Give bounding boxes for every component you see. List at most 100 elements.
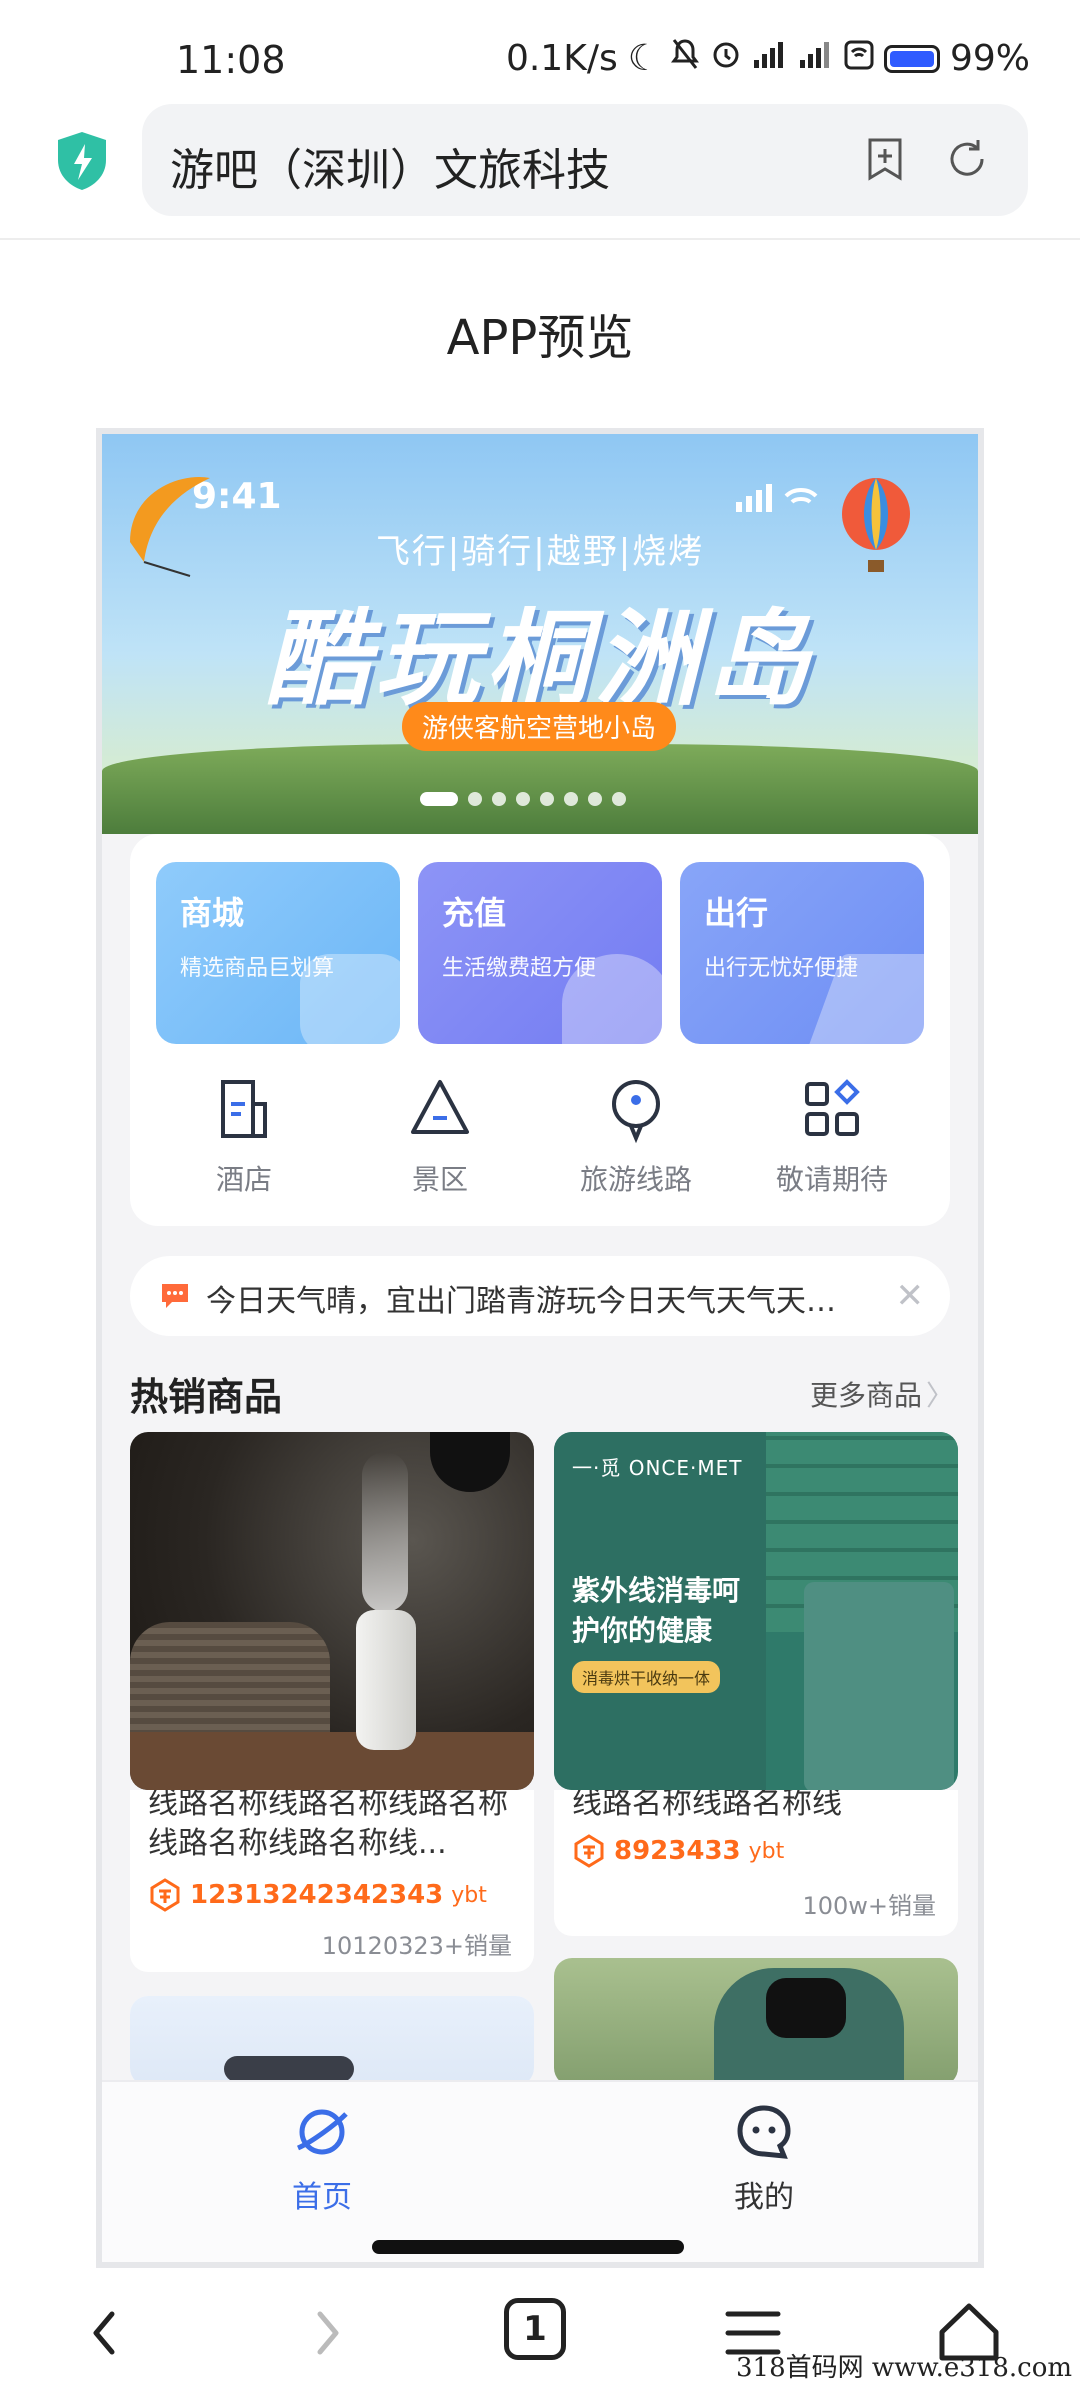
service-travel[interactable]: 出行 出行无忧好便捷: [680, 862, 924, 1044]
home-indicator[interactable]: [372, 2240, 684, 2254]
hotel-icon: [221, 1080, 267, 1138]
notice-bar[interactable]: 今日天气晴，宜出门踏青游玩今日天气天气天天天… ✕: [130, 1256, 950, 1336]
quick-link-label: 旅游线路: [579, 1163, 692, 1196]
tab-count: 1: [504, 2298, 566, 2360]
tab-mine[interactable]: 我的: [694, 2102, 834, 2216]
product-price: 12313242342343 ybt: [148, 1878, 487, 1912]
price-unit: ybt: [451, 1882, 487, 1908]
close-icon[interactable]: ✕: [896, 1276, 925, 1316]
sold-count: 10120323+销量: [321, 1932, 512, 1960]
services-card: 商城 精选商品巨划算 充值 生活缴费超方便 出行 出行无忧好便捷 酒店 景区 旅…: [130, 834, 950, 1226]
product-image: [130, 1996, 534, 2086]
service-mall[interactable]: 商城 精选商品巨划算: [156, 862, 400, 1044]
quick-link-scenic[interactable]: 景区: [342, 1074, 538, 1198]
shopping-bag-icon: [300, 954, 400, 1044]
product-info[interactable]: 线路名称线路名称线路名称线路名称线路名称线... 12313242342343 …: [130, 1790, 534, 1972]
app-preview-frame: 9:41 飞行|骑行|越野|烧烤 酷玩桐洲岛 游侠客航空营地小岛 商城 精选商品…: [96, 428, 984, 2268]
browser-bottom-nav: 1 318首码网 www.e318.com: [0, 2270, 1080, 2388]
chevron-right-icon: 〉: [925, 1379, 954, 1412]
status-bar: 11:08 0.1K/s ☾ 99%: [0, 0, 1080, 100]
coin-icon: [150, 1878, 180, 1912]
sold-count: 100w+销量: [802, 1892, 936, 1920]
battery-icon: [883, 44, 940, 73]
apps-icon: [805, 1079, 860, 1136]
carousel-dot[interactable]: [468, 792, 482, 806]
product-image-sterilizer: 一·觅 ONCE·MET 紫外线消毒呵护你的健康 消毒烘干收纳一体: [554, 1432, 958, 1790]
shield-icon[interactable]: [54, 130, 110, 192]
status-icons: 0.1K/s ☾ 99%: [506, 38, 1030, 79]
carousel-dot[interactable]: [612, 792, 626, 806]
watermark: 318首码网 www.e318.com: [736, 2353, 1072, 2383]
scenic-icon: [411, 1080, 469, 1134]
net-speed: 0.1K/s: [505, 38, 618, 79]
service-recharge[interactable]: 充值 生活缴费超方便: [418, 862, 662, 1044]
add-bookmark-icon[interactable]: [862, 136, 908, 182]
banner-subtitle: 飞行|骑行|越野|烧烤: [375, 532, 705, 572]
price-value: 8923433: [614, 1836, 741, 1866]
product-image-humidifier: [130, 1432, 534, 1790]
route-icon: [612, 1080, 660, 1144]
banner-trees: [102, 744, 978, 834]
product-card[interactable]: 线路名称线路名称线路名称线路名称线路名称线...: [130, 1432, 534, 1790]
carousel-dot[interactable]: [492, 792, 506, 806]
back-icon[interactable]: [72, 2298, 142, 2368]
signal-icon: [752, 38, 788, 79]
banner-tag: 游侠客航空营地小岛: [402, 702, 677, 751]
page-title: APP预览: [446, 310, 634, 366]
price-unit: ybt: [748, 1838, 785, 1864]
tab-label: 我的: [734, 2180, 794, 2215]
image-pill: 消毒烘干收纳一体: [572, 1661, 721, 1693]
service-title: 充值: [442, 894, 507, 932]
product-name: 线路名称线路名称线: [572, 1790, 842, 1821]
image-brand: 一·觅 ONCE·MET: [572, 1456, 743, 1480]
tab-label: 首页: [292, 2180, 352, 2215]
product-price: 8923433 ybt: [572, 1834, 784, 1868]
reload-icon[interactable]: [944, 136, 990, 182]
carousel-dot[interactable]: [516, 792, 530, 806]
product-image: [554, 1958, 958, 2086]
forward-icon[interactable]: [290, 2298, 360, 2368]
address-bar[interactable]: 游吧（深圳）文旅科技: [142, 104, 1028, 216]
quick-link-label: 酒店: [215, 1163, 272, 1196]
product-card[interactable]: [130, 1996, 534, 2086]
product-card[interactable]: 一·觅 ONCE·MET 紫外线消毒呵护你的健康 消毒烘干收纳一体: [554, 1432, 958, 1790]
price-value: 12313242342343: [190, 1880, 444, 1910]
moon-icon: ☾: [627, 38, 660, 79]
carousel-dot[interactable]: [420, 792, 458, 806]
tab-home[interactable]: 首页: [252, 2102, 392, 2216]
image-headline: 紫外线消毒呵护你的健康: [572, 1574, 741, 1647]
mute-bell-icon: [670, 38, 700, 79]
carousel-dots: [420, 792, 626, 806]
service-title: 商城: [180, 894, 245, 932]
quick-link-route[interactable]: 旅游线路: [538, 1074, 734, 1198]
more-products-link[interactable]: 更多商品〉: [810, 1374, 954, 1414]
message-icon: [162, 1284, 188, 1308]
quick-link-label: 景区: [411, 1163, 468, 1196]
service-title: 出行: [704, 894, 769, 932]
notice-text: 今日天气晴，宜出门踏青游玩今日天气天气天天天…: [206, 1284, 856, 1319]
page-url-title[interactable]: 游吧（深圳）文旅科技: [170, 134, 610, 198]
alarm-icon: [710, 38, 742, 79]
coin-icon: [574, 1834, 604, 1868]
banner-carousel[interactable]: 9:41 飞行|骑行|越野|烧烤 酷玩桐洲岛 游侠客航空营地小岛: [102, 434, 978, 834]
tabs-button[interactable]: 1: [504, 2298, 574, 2368]
browser-toolbar: 游吧（深圳）文旅科技: [0, 100, 1080, 240]
product-info[interactable]: 线路名称线路名称线 8923433 ybt 100w+销量: [554, 1790, 958, 1936]
signal-icon-2: [798, 38, 834, 79]
banner-signal-icon: [736, 484, 818, 512]
quick-link-coming-soon[interactable]: 敬请期待: [734, 1074, 930, 1198]
product-name: 线路名称线路名称线路名称线路名称线路名称线...: [148, 1790, 508, 1861]
status-time: 11:08: [176, 38, 286, 82]
quick-link-label: 敬请期待: [775, 1163, 888, 1196]
section-title: 热销商品: [130, 1375, 283, 1419]
battery-level: 99%: [949, 38, 1030, 79]
quick-link-hotel[interactable]: 酒店: [146, 1074, 342, 1198]
product-card[interactable]: [554, 1958, 958, 2086]
carousel-dot[interactable]: [540, 792, 554, 806]
carousel-dot[interactable]: [564, 792, 578, 806]
planet-icon: [296, 2109, 348, 2155]
carousel-dot[interactable]: [588, 792, 602, 806]
wifi-box-icon: [844, 38, 874, 79]
more-label: 更多商品: [809, 1379, 922, 1412]
chat-face-icon: [737, 2105, 791, 2159]
